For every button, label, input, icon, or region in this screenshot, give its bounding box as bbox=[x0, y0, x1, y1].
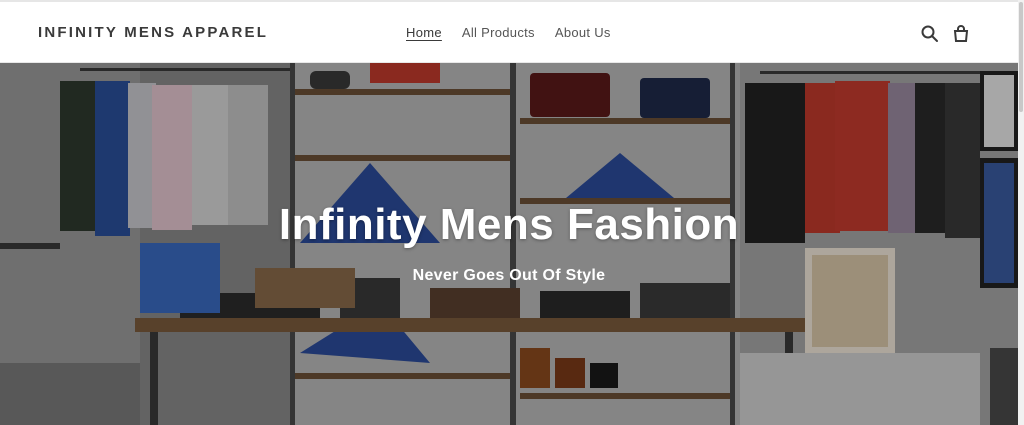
nav-item-all-products[interactable]: All Products bbox=[462, 25, 535, 40]
site-header: INFINITY MENS APPAREL Home All Products … bbox=[0, 0, 1018, 63]
hero-subtitle: Never Goes Out Of Style bbox=[412, 267, 606, 284]
hero-banner: Infinity Mens Fashion Never Goes Out Of … bbox=[0, 63, 1018, 425]
scrollbar-thumb[interactable] bbox=[1019, 2, 1023, 112]
nav-item-home[interactable]: Home bbox=[406, 25, 442, 40]
cart-icon[interactable] bbox=[951, 24, 971, 44]
hero-title: Infinity Mens Fashion bbox=[278, 200, 740, 249]
page-scrollbar[interactable] bbox=[1018, 0, 1024, 425]
site-logo[interactable]: INFINITY MENS APPAREL bbox=[38, 24, 268, 41]
nav-item-about-us[interactable]: About Us bbox=[555, 25, 611, 40]
search-icon[interactable] bbox=[920, 24, 940, 44]
main-nav: Home All Products About Us bbox=[406, 25, 611, 40]
